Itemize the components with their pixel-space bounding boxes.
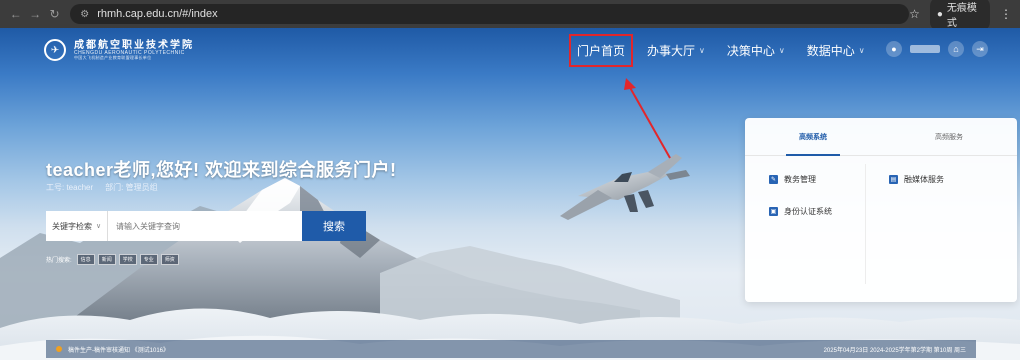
nav-service-hall-label: 办事大厅 — [647, 43, 696, 58]
notice-text[interactable]: 稿件生产-稿件审核通知 《测试1016》 — [68, 345, 169, 354]
browser-toolbar: ← → ↻ ⚙ rhmh.cap.edu.cn/#/index ☆ ● 无痕模式… — [0, 0, 1020, 31]
chevron-down-icon: ∨ — [858, 45, 865, 55]
notice-bell-icon — [56, 346, 62, 352]
system-label: 融媒体服务 — [904, 175, 944, 184]
address-url: rhmh.cap.edu.cn/#/index — [97, 8, 218, 20]
welcome-title: teacher老师,您好! 欢迎来到综合服务门户! — [46, 160, 397, 180]
search-type-label: 关键字检索 — [52, 221, 92, 231]
current-date: 2025年04月23日 2024-2025学年第2学期 第10周 周三 — [823, 347, 966, 354]
logout-icon[interactable]: ⇥ — [972, 41, 988, 57]
logo-sub: 中国大飞机制造产业教育联盟理事长单位 — [74, 55, 152, 61]
main-nav: 门户首页 办事大厅 ∨ 决策中心 ∨ 数据中心 ∨ — [569, 28, 887, 72]
back-icon[interactable]: ← — [8, 5, 23, 23]
user-area: ● ⌂ ⇥ — [886, 41, 988, 57]
media-icon: ▤ — [889, 175, 898, 184]
bookmark-star-icon[interactable]: ☆ — [909, 7, 920, 21]
search-input[interactable] — [108, 211, 302, 241]
home-icon[interactable]: ⌂ — [948, 41, 964, 57]
search-button[interactable]: 搜索 — [302, 211, 366, 241]
site-header: ✈ 成都航空职业技术学院 CHENGDU AERONAUTIC POLYTECH… — [0, 28, 1020, 72]
nav-data-center[interactable]: 数据中心 ∨ — [807, 42, 865, 59]
system-label: 身份认证系统 — [784, 207, 832, 216]
user-avatar-icon[interactable]: ● — [886, 41, 902, 57]
system-label: 教务管理 — [784, 175, 816, 184]
panel-tabs: 高频系统 高频服务 — [745, 118, 1017, 156]
system-media-service[interactable]: ▤ 融媒体服务 — [889, 174, 944, 185]
edit-doc-icon: ✎ — [769, 175, 778, 184]
nav-home[interactable]: 门户首页 — [569, 33, 634, 67]
notice-bar: 稿件生产-稿件审核通知 《测试1016》 2025年04月23日 2024-20… — [46, 340, 976, 358]
chevron-down-icon: ∨ — [778, 45, 785, 55]
system-identity-auth[interactable]: ▣ 身份认证系统 — [769, 206, 832, 217]
tab-high-frequency-services[interactable]: 高频服务 — [881, 118, 1017, 155]
search-box: 关键字检索 ∨ 搜索 — [46, 211, 366, 241]
nav-decision-center[interactable]: 决策中心 ∨ — [727, 42, 785, 59]
tag-item[interactable]: 信息 — [76, 254, 95, 265]
screen: ← → ↻ ⚙ rhmh.cap.edu.cn/#/index ☆ ● 无痕模式… — [0, 0, 1020, 360]
school-logo-text[interactable]: 成都航空职业技术学院 CHENGDU AERONAUTIC POLYTECHNI… — [74, 40, 194, 61]
nav-data-center-label: 数据中心 — [806, 43, 855, 58]
system-academic-affairs[interactable]: ✎ 教务管理 — [769, 174, 816, 185]
browser-actions: ☆ ● 无痕模式 ⋮ — [909, 0, 1012, 31]
chevron-down-icon: ∨ — [699, 45, 705, 55]
department: 部门: 管理员组 — [105, 183, 158, 192]
incognito-icon: ● — [936, 8, 943, 20]
school-logo-emblem[interactable]: ✈ — [44, 39, 66, 61]
tag-item[interactable]: 师资 — [160, 254, 179, 265]
panel-body: ✎ 教务管理 ▤ 融媒体服务 ▣ 身份认证系统 — [745, 156, 1017, 302]
reload-icon[interactable]: ↻ — [47, 5, 62, 23]
incognito-badge[interactable]: ● 无痕模式 — [929, 0, 990, 31]
chevron-down-icon: ∨ — [96, 223, 102, 230]
annotation-arrow-icon — [624, 78, 671, 159]
forward-icon[interactable]: → — [27, 5, 42, 23]
tab-high-frequency-systems[interactable]: 高频系统 — [745, 118, 881, 156]
nav-service-hall[interactable]: 办事大厅 ∨ — [647, 42, 705, 59]
site-info-icon[interactable]: ⚙ — [80, 9, 89, 20]
address-bar[interactable]: ⚙ rhmh.cap.edu.cn/#/index — [70, 4, 910, 24]
search-type-select[interactable]: 关键字检索 ∨ — [46, 211, 108, 241]
browser-menu-icon[interactable]: ⋮ — [1000, 7, 1012, 21]
tag-item[interactable]: 新闻 — [97, 254, 116, 265]
work-id: 工号: teacher — [46, 183, 94, 192]
user-info: 工号: teacher 部门: 管理员组 — [46, 182, 158, 193]
incognito-label: 无痕模式 — [946, 3, 977, 29]
quick-access-panel: 高频系统 高频服务 ✎ 教务管理 ▤ 融媒体服务 ▣ 身份认证系统 — [745, 118, 1017, 302]
user-name-redacted[interactable] — [910, 45, 940, 53]
tag-item[interactable]: 学校 — [118, 254, 137, 265]
nav-decision-center-label: 决策中心 — [726, 43, 775, 58]
logo-cn: 成都航空职业技术学院 — [74, 39, 194, 51]
panel-divider — [865, 164, 866, 284]
hot-search-tags: 热门搜索: 信息 新闻 学校 专业 师资 — [46, 254, 179, 265]
tag-item[interactable]: 专业 — [139, 254, 158, 265]
id-card-icon: ▣ — [769, 207, 778, 216]
nav-home-label: 门户首页 — [577, 43, 626, 58]
hot-search-label: 热门搜索: — [46, 258, 72, 264]
